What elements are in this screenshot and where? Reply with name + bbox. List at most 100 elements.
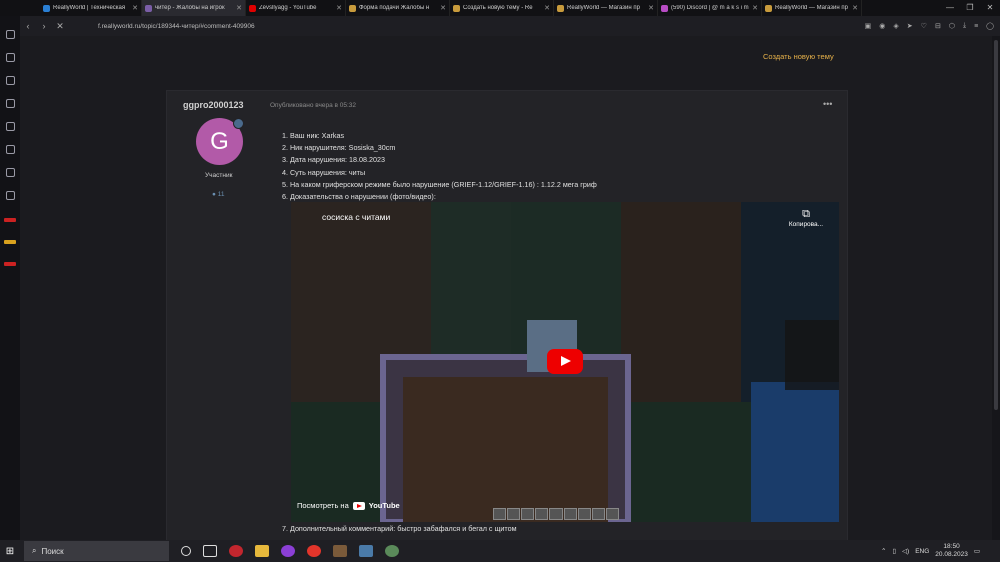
clock[interactable]: 18:50 20.08.2023 <box>935 543 968 559</box>
address-bar: ‹ › ✕ f.reallyworld.ru/topic/189344-чите… <box>20 16 1000 36</box>
vpn-icon[interactable]: ◈ <box>893 22 898 30</box>
tab[interactable]: (590) Discord | @ m a k s i m ✕ <box>658 0 762 16</box>
system-tray: ⌃ ▯ ◁) ENG 18:50 20.08.2023 ▭ <box>881 540 980 562</box>
extensions-icon[interactable] <box>5 168 15 177</box>
yandex-icon[interactable] <box>307 545 321 557</box>
tab-close-icon[interactable]: ✕ <box>544 4 550 12</box>
history-icon[interactable] <box>5 145 15 154</box>
brave-icon[interactable] <box>281 545 295 557</box>
tab-close-icon[interactable]: ✕ <box>440 4 446 12</box>
tab-favicon-icon <box>765 4 772 12</box>
screenshot-icon[interactable]: ▣ <box>865 22 872 30</box>
youtube-icon <box>352 501 365 510</box>
tab-close-icon[interactable]: ✕ <box>132 4 138 12</box>
tab-favicon-icon <box>661 4 668 12</box>
post-line: 2. Ник нарушителя: Sosiska_30cm <box>282 143 396 153</box>
tab[interactable]: Zevsllyagg - YouTube ✕ <box>246 0 346 16</box>
minimize-icon[interactable]: — <box>940 0 960 16</box>
tab-close-icon[interactable]: ✕ <box>852 4 858 12</box>
tab-label: ReallyWorld | Техническая <box>53 5 126 11</box>
back-icon[interactable]: ‹ <box>20 21 36 31</box>
network-icon[interactable]: ▯ <box>892 547 896 555</box>
send-icon[interactable]: ➤ <box>907 22 913 30</box>
video-title[interactable]: сосиска с читами <box>322 212 390 222</box>
post-line: 5. На каком гриферском режиме было наруш… <box>282 179 597 189</box>
windows-start-icon[interactable]: ⊞ <box>0 546 20 557</box>
video-embed[interactable]: сосиска с читами ⧉ Копирова... Посмотреть… <box>291 202 839 522</box>
create-topic-link[interactable]: Создать новую тему <box>763 52 834 61</box>
tab[interactable]: Создать новую тему - Re ✕ <box>450 0 554 16</box>
app-icon[interactable] <box>385 545 399 557</box>
shopping-icon[interactable] <box>5 53 15 62</box>
watch-on-label: Посмотреть на <box>297 501 349 510</box>
download-icon[interactable]: ⤓ <box>963 22 966 30</box>
tab[interactable]: Форма подачи Жалобы н ✕ <box>346 0 450 16</box>
copy-link-button[interactable]: ⧉ Копирова... <box>786 208 826 228</box>
tab[interactable]: ReallyWorld — Магазин пр ✕ <box>554 0 658 16</box>
cube-icon[interactable]: ⬡ <box>949 22 955 30</box>
tab-close-icon[interactable]: ✕ <box>236 4 242 12</box>
games-icon[interactable] <box>5 99 15 108</box>
camera-icon[interactable]: ◉ <box>879 22 885 30</box>
window-controls: — ❐ ✕ <box>940 0 1000 16</box>
comment-count: ● 11 <box>212 191 224 198</box>
twitch-icon[interactable] <box>5 76 15 85</box>
heart-icon[interactable]: ♡ <box>921 22 927 30</box>
author-role: Участник <box>205 172 233 179</box>
taskbar: ⊞ ⌕ Поиск ⌃ ▯ ◁) ENG 18:50 20.08.2023 ▭ <box>0 540 1000 562</box>
tab-label: (590) Discord | @ m a k s i m <box>671 5 749 11</box>
lang-indicator[interactable]: ENG <box>915 548 929 555</box>
url-field[interactable]: f.reallyworld.ru/topic/189344-читер/#com… <box>98 23 255 30</box>
browser-sidebar <box>0 16 20 540</box>
volume-icon[interactable]: ◁) <box>902 547 909 555</box>
restore-icon[interactable]: ❐ <box>960 0 980 16</box>
taskbar-search[interactable]: ⌕ Поиск <box>24 541 169 561</box>
post-line: 3. Дата нарушения: 18.08.2023 <box>282 155 385 165</box>
scrollbar[interactable] <box>992 36 1000 540</box>
player-icon[interactable] <box>5 122 15 131</box>
photos-icon[interactable] <box>359 545 373 557</box>
game-hotbar <box>493 508 619 520</box>
cart-icon[interactable]: ⊟ <box>935 22 941 30</box>
menu-icon[interactable]: ≡ <box>974 23 978 30</box>
tab-close-icon[interactable]: ✕ <box>336 4 342 12</box>
clock-date: 20.08.2023 <box>935 551 968 558</box>
tab-label: ReallyWorld — Магазин пр <box>567 5 640 11</box>
copy-icon: ⧉ <box>802 208 810 220</box>
search-icon: ⌕ <box>32 546 37 555</box>
tab-close-icon[interactable]: ✕ <box>648 4 654 12</box>
search-label: Поиск <box>41 546 64 556</box>
tab[interactable]: читер - Жалобы на игрок ✕ <box>142 0 246 16</box>
tab-bar: ReallyWorld | Техническая ✕ читер - Жалобы… <box>0 0 1000 16</box>
cortana-icon[interactable] <box>181 546 191 556</box>
speed-dial-icon[interactable] <box>5 30 15 39</box>
profile-icon[interactable]: ◯ <box>986 22 994 30</box>
tab-label: читер - Жалобы на игрок <box>155 5 225 11</box>
explorer-icon[interactable] <box>255 545 269 557</box>
tab-favicon-icon <box>249 4 256 12</box>
sidebar-app-icon[interactable] <box>4 218 16 222</box>
post-menu-icon[interactable]: ••• <box>823 99 832 109</box>
forward-icon[interactable]: › <box>36 21 52 31</box>
opera-icon[interactable] <box>229 545 243 557</box>
tab[interactable]: ReallyWorld | Техническая ✕ <box>40 0 142 16</box>
tray-chevron-icon[interactable]: ⌃ <box>881 547 886 555</box>
post-author[interactable]: ggpro2000123 <box>183 100 244 110</box>
notifications-icon[interactable]: ▭ <box>974 547 980 555</box>
post-time: Опубликовано вчера в 05:32 <box>270 102 357 109</box>
tab-favicon-icon <box>43 4 50 12</box>
tab-close-icon[interactable]: ✕ <box>752 4 758 12</box>
clock-time: 18:50 <box>943 543 960 550</box>
tab[interactable]: ReallyWorld — Магазин пр ✕ <box>762 0 862 16</box>
task-view-icon[interactable] <box>203 545 217 557</box>
tab-label: Форма подачи Жалобы н <box>359 5 430 11</box>
sidebar-app-icon[interactable] <box>4 262 16 266</box>
sidebar-app-icon[interactable] <box>4 240 16 244</box>
watch-on-youtube[interactable]: Посмотреть на YouTube <box>297 501 400 510</box>
play-button[interactable] <box>547 349 583 374</box>
settings-icon[interactable] <box>5 191 15 200</box>
stop-icon[interactable]: ✕ <box>52 21 68 32</box>
tab-label: Zevsllyagg - YouTube <box>259 5 317 11</box>
minecraft-icon[interactable] <box>333 545 347 557</box>
close-icon[interactable]: ✕ <box>980 0 1000 16</box>
